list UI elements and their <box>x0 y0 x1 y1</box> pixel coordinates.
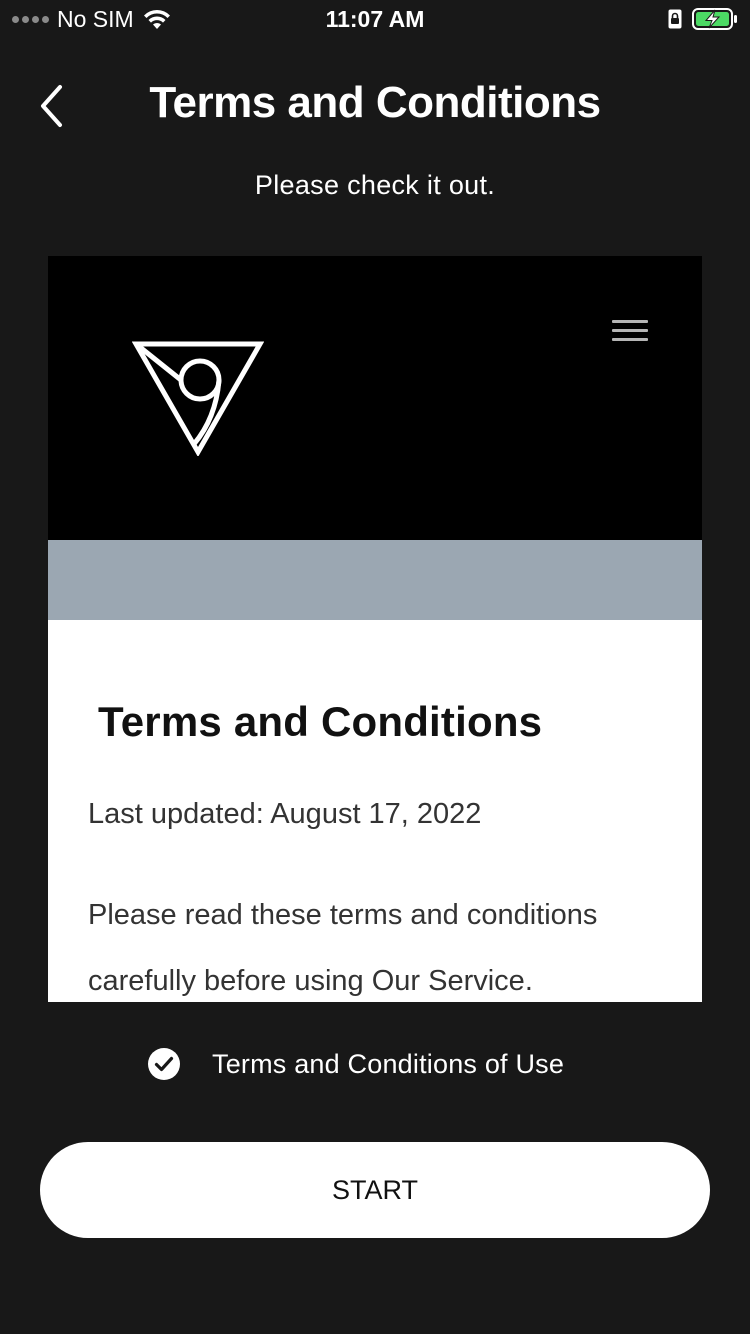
web-header <box>48 256 702 540</box>
web-content: Terms and Conditions Last updated: Augus… <box>48 620 702 1002</box>
page-subtitle: Please check it out. <box>254 170 496 200</box>
orientation-lock-icon <box>668 9 682 29</box>
terms-heading: Terms and Conditions <box>98 698 543 745</box>
terms-screen: No SIM 11:07 AM Terms and Conditions Ple… <box>0 0 750 1334</box>
status-time: 11:07 AM <box>325 6 425 32</box>
terms-agreement-checkbox[interactable]: Terms and Conditions of Use <box>146 1046 564 1082</box>
check-circle-icon <box>148 1048 180 1080</box>
web-banner-band <box>48 540 702 620</box>
triangle-nine-logo <box>132 340 264 456</box>
terms-paragraph: Please read these terms and conditions c… <box>88 899 598 997</box>
battery-charging-icon <box>692 8 737 30</box>
agreement-label: Terms and Conditions of Use <box>212 1048 565 1079</box>
page-title: Terms and Conditions <box>149 78 601 127</box>
hamburger-menu-icon[interactable] <box>608 318 650 346</box>
last-updated-text: Last updated: August 17, 2022 <box>88 798 482 830</box>
terms-webview[interactable]: Terms and Conditions Last updated: Augus… <box>48 256 702 1002</box>
status-bar: No SIM 11:07 AM <box>0 0 750 40</box>
status-right <box>668 8 738 30</box>
start-button[interactable]: START <box>40 1142 710 1238</box>
